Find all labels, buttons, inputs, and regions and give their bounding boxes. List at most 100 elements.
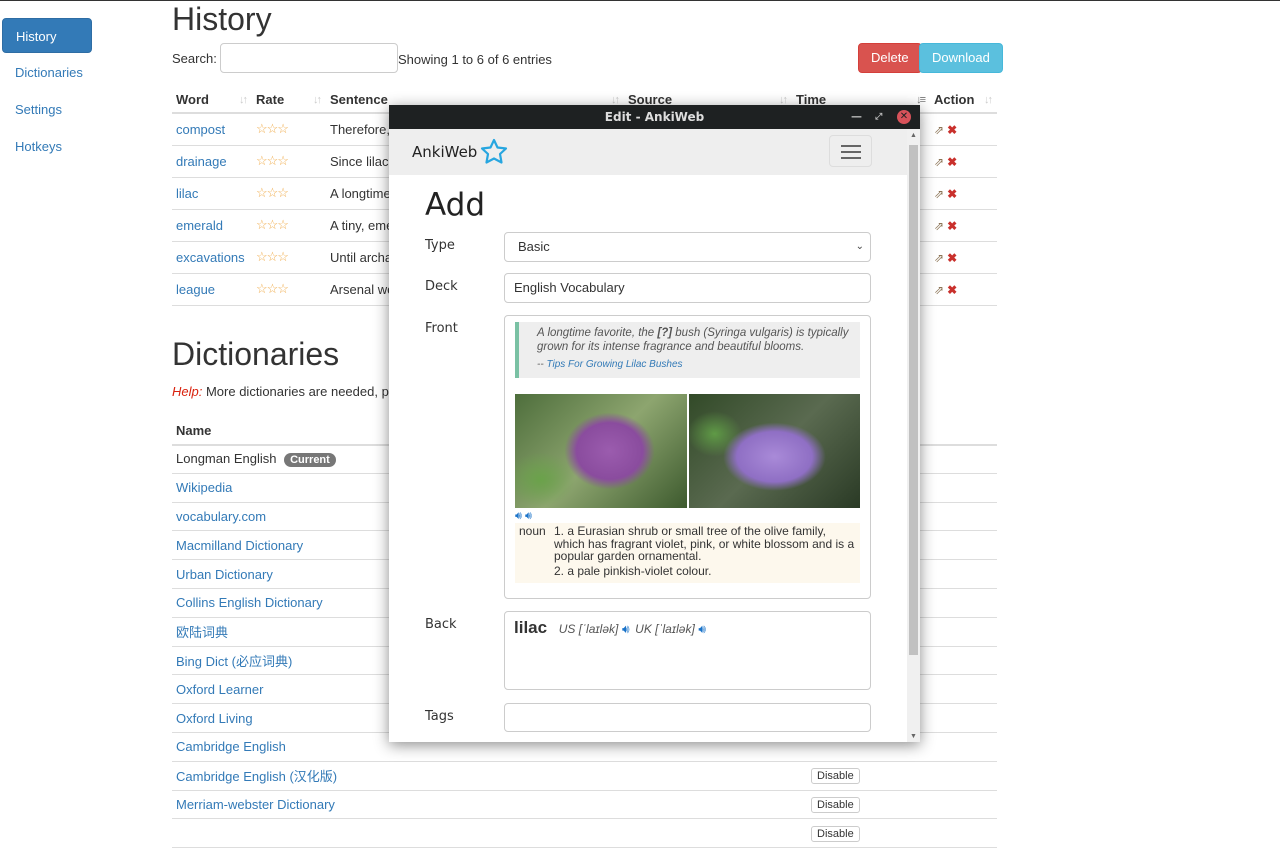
example-quote: A longtime favorite, the [?] bush (Syrin… <box>515 322 860 378</box>
uk-pronunciation: UK [ˈlaɪlək] <box>635 622 695 636</box>
edit-window: Edit - AnkiWeb — ⤢ ✕ AnkiWeb Add Type Ba… <box>389 105 920 742</box>
table-row: Cambridge English (汉化版) Disable <box>172 761 997 790</box>
dictionary-link[interactable]: Cambridge English <box>176 739 286 754</box>
word-link[interactable]: lilac <box>176 186 198 201</box>
dictionary-link[interactable]: vocabulary.com <box>176 509 266 524</box>
headword: lilac <box>514 618 547 637</box>
rating-stars[interactable]: ☆☆☆ <box>256 281 288 296</box>
delete-icon[interactable]: ✖ <box>947 123 957 137</box>
column-header-rate[interactable]: Rate↓↑ <box>252 87 326 113</box>
deck-label: Deck <box>425 279 458 294</box>
delete-icon[interactable]: ✖ <box>947 283 957 297</box>
column-header-action[interactable]: Action↓↑ <box>930 87 997 113</box>
rating-stars[interactable]: ☆☆☆ <box>256 153 288 168</box>
dictionary-link[interactable]: Bing Dict (必应词典) <box>176 654 292 669</box>
add-form: Add Type Basic ⌄ Deck English Vocabulary… <box>425 175 871 223</box>
word-link[interactable]: excavations <box>176 250 245 265</box>
edit-icon[interactable]: ⇗ <box>934 187 944 201</box>
sidebar-item-hotkeys[interactable]: Hotkeys <box>2 129 92 164</box>
rating-stars[interactable]: ☆☆☆ <box>256 185 288 200</box>
speaker-icon[interactable]: 🔊︎ <box>515 510 522 522</box>
dictionary-link[interactable]: Oxford Living <box>176 711 253 726</box>
audio-icons: 🔊︎ 🔊︎ <box>515 510 860 523</box>
dictionary-link[interactable]: 欧陆词典 <box>176 625 228 640</box>
window-scrollbar[interactable]: ▲ ▼ <box>907 129 920 742</box>
word-link[interactable]: league <box>176 282 215 297</box>
window-titlebar[interactable]: Edit - AnkiWeb — ⤢ ✕ <box>389 105 920 129</box>
rating-stars[interactable]: ☆☆☆ <box>256 249 288 264</box>
back-editor[interactable]: lilac US [ˈlaɪlək] 🔊︎ UK [ˈlaɪlək] 🔊︎ <box>504 611 871 690</box>
window-body: AnkiWeb Add Type Basic ⌄ Deck English Vo… <box>389 129 907 742</box>
sidebar-item-dictionaries[interactable]: Dictionaries <box>2 55 92 90</box>
us-pronunciation: US [ˈlaɪlək] <box>559 622 619 636</box>
disable-button[interactable]: Disable <box>811 826 860 842</box>
tags-input[interactable] <box>504 703 871 732</box>
type-label: Type <box>425 238 455 253</box>
rating-stars[interactable]: ☆☆☆ <box>256 121 288 136</box>
deck-input[interactable]: English Vocabulary <box>504 273 871 303</box>
sidebar: History Dictionaries Settings Hotkeys <box>2 18 92 166</box>
minimize-icon[interactable]: — <box>851 105 862 129</box>
menu-toggle-button[interactable] <box>829 135 872 167</box>
edit-icon[interactable]: ⇗ <box>934 155 944 169</box>
search-input[interactable] <box>220 43 398 73</box>
definition: noun 1. a Eurasian shrub or small tree o… <box>515 523 860 583</box>
help-label: Help: <box>172 384 202 399</box>
close-icon[interactable]: ✕ <box>897 110 911 124</box>
disable-button[interactable]: Disable <box>811 768 860 784</box>
dictionary-link[interactable]: Wikipedia <box>176 480 232 495</box>
disable-button[interactable]: Disable <box>811 797 860 813</box>
anki-star-icon <box>479 137 509 167</box>
dictionary-link[interactable]: Collins English Dictionary <box>176 595 323 610</box>
rating-stars[interactable]: ☆☆☆ <box>256 217 288 232</box>
scroll-up-icon[interactable]: ▲ <box>910 132 917 139</box>
type-select[interactable]: Basic ⌄ <box>504 232 871 262</box>
lilac-image <box>515 394 687 508</box>
sort-icon: ↓↑ <box>313 94 320 106</box>
download-button[interactable]: Download <box>919 43 1003 73</box>
sense: 1. a Eurasian shrub or small tree of the… <box>554 525 856 563</box>
window-title: Edit - AnkiWeb <box>605 110 704 124</box>
word-link[interactable]: compost <box>176 122 225 137</box>
form-heading: Add <box>425 187 871 223</box>
dictionary-link[interactable]: Merriam-webster Dictionary <box>176 797 335 812</box>
edit-icon[interactable]: ⇗ <box>934 283 944 297</box>
word-link[interactable]: drainage <box>176 154 227 169</box>
column-header-word[interactable]: Word↓↑ <box>172 87 252 113</box>
delete-icon[interactable]: ✖ <box>947 187 957 201</box>
table-row: Merriam-webster Dictionary Disable <box>172 790 997 819</box>
maximize-icon[interactable]: ⤢ <box>875 105 882 129</box>
delete-icon[interactable]: ✖ <box>947 155 957 169</box>
front-label: Front <box>425 321 458 336</box>
front-editor[interactable]: A longtime favorite, the [?] bush (Syrin… <box>504 315 871 599</box>
delete-icon[interactable]: ✖ <box>947 219 957 233</box>
sort-icon: ↓↑ <box>239 94 246 106</box>
dictionary-link[interactable]: Cambridge English (汉化版) <box>176 769 337 784</box>
sort-icon: ↓↑ <box>984 94 991 106</box>
lilac-image <box>689 394 861 508</box>
back-label: Back <box>425 617 457 632</box>
brand-name[interactable]: AnkiWeb <box>412 143 477 161</box>
sidebar-item-settings[interactable]: Settings <box>2 92 92 127</box>
table-row: Disable <box>172 819 997 848</box>
word-link[interactable]: emerald <box>176 218 223 233</box>
speaker-icon[interactable]: 🔊︎ <box>525 510 532 522</box>
search-label: Search: <box>172 51 217 66</box>
speaker-icon[interactable]: 🔊︎ <box>622 622 630 636</box>
dictionary-link[interactable]: Urban Dictionary <box>176 567 273 582</box>
history-title: History <box>172 1 997 37</box>
dictionary-link[interactable]: Oxford Learner <box>176 682 263 697</box>
delete-icon[interactable]: ✖ <box>947 251 957 265</box>
dictionary-link[interactable]: Macmilland Dictionary <box>176 538 303 553</box>
delete-button[interactable]: Delete <box>858 43 922 73</box>
edit-icon[interactable]: ⇗ <box>934 251 944 265</box>
scroll-thumb[interactable] <box>909 145 918 655</box>
current-badge: Current <box>284 453 336 467</box>
edit-icon[interactable]: ⇗ <box>934 123 944 137</box>
speaker-icon[interactable]: 🔊︎ <box>698 622 706 636</box>
source-link[interactable]: Tips For Growing Lilac Bushes <box>546 359 682 370</box>
sidebar-item-history[interactable]: History <box>2 18 92 53</box>
tags-label: Tags <box>425 709 454 724</box>
edit-icon[interactable]: ⇗ <box>934 219 944 233</box>
scroll-down-icon[interactable]: ▼ <box>910 733 917 740</box>
